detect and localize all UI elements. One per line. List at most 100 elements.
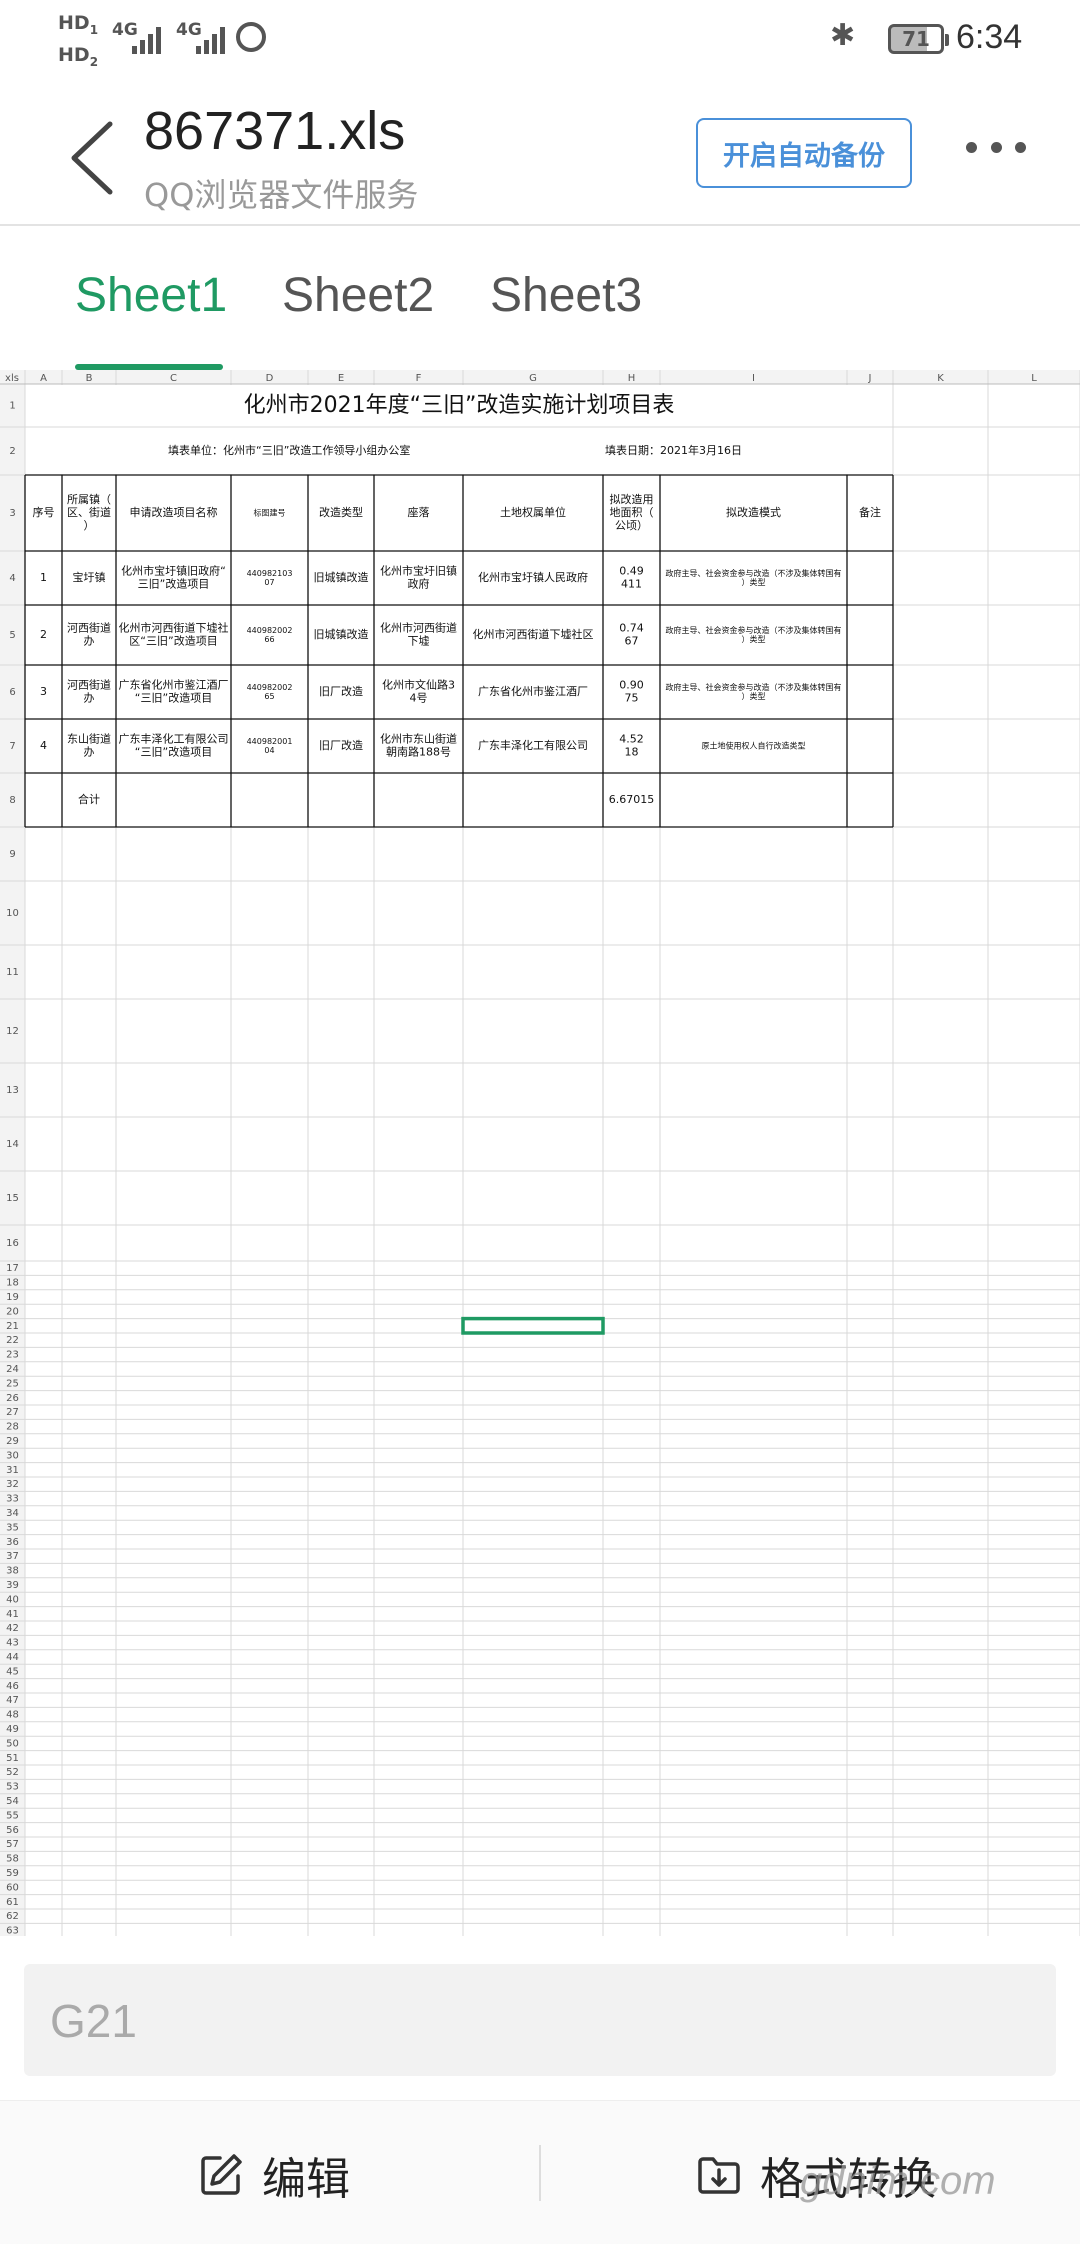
table-data-cell: 1 [40, 571, 47, 584]
fill-unit-text: 填表单位：化州市“三旧”改造工作领导小组办公室 [168, 443, 410, 457]
hd-icon: HD2 [58, 44, 99, 69]
table-data-cell: 440982103 [247, 569, 293, 578]
table-data-cell: 化州市宝圩镇人民政府 [478, 570, 588, 584]
table-data-cell: 三旧”改造项目 [138, 576, 210, 590]
table-data-cell: 化州市河西街道下墟社 [119, 621, 229, 635]
column-header-g: G [529, 373, 537, 384]
table-header-cell: 区、街道 [67, 505, 111, 519]
cell-reference-box[interactable]: G21 [24, 1964, 1056, 2076]
row-header-1: 1 [9, 401, 15, 412]
row-header-17: 17 [6, 1263, 19, 1274]
row-header-20: 20 [6, 1306, 19, 1317]
row-header-63: 63 [6, 1926, 19, 1936]
auto-backup-button[interactable]: 开启自动备份 [696, 118, 912, 188]
table-data-cell: 广东省化州市鉴江酒厂 [119, 678, 229, 692]
table-header-cell: ） [84, 519, 95, 532]
table-data-cell: 化州市河西街道下墟社区 [473, 627, 594, 641]
table-data-cell: 2 [40, 628, 47, 641]
row-header-60: 60 [6, 1882, 19, 1893]
table-data-cell: 4.52 [619, 733, 644, 746]
table-data-cell: 旧城镇改造 [314, 627, 369, 641]
row-header-32: 32 [6, 1479, 19, 1490]
table-header-cell: 申请改造项目名称 [130, 505, 218, 519]
table-data-cell: ）类型 [742, 634, 766, 644]
battery-icon: 71 [888, 24, 949, 54]
row-header-23: 23 [6, 1350, 19, 1361]
table-data-cell: 411 [621, 577, 642, 590]
table-data-cell: 化州市文仙路3 [382, 678, 455, 692]
bluetooth-icon: ✱ [830, 18, 856, 53]
file-title: 867371.xls [144, 101, 406, 161]
table-data-cell: ）类型 [742, 691, 766, 701]
row-header-59: 59 [6, 1868, 19, 1879]
edit-label: 编辑 [262, 2154, 350, 2205]
table-data-cell: 办 [84, 745, 95, 758]
table-data-cell: 化州市东山街道 [380, 732, 457, 746]
table-data-cell: 440982002 [247, 683, 293, 692]
column-header-c: C [170, 373, 177, 384]
table-data-cell: 67 [625, 634, 639, 647]
table-data-cell: 04 [264, 746, 274, 755]
row-header-11: 11 [6, 967, 19, 978]
column-header-d: D [266, 373, 274, 384]
table-header-cell: 拟改造用 [610, 492, 654, 506]
row-header-62: 62 [6, 1911, 19, 1922]
column-header-b: B [86, 373, 93, 384]
file-subtitle: QQ浏览器文件服务 [144, 176, 419, 214]
row-header-42: 42 [6, 1623, 19, 1634]
table-data-cell: 办 [84, 691, 95, 704]
spreadsheet-canvas[interactable]: xlsABCDEFGHIJKLM123456789101112131415161… [0, 370, 1080, 1936]
row-header-38: 38 [6, 1566, 19, 1577]
row-header-41: 41 [6, 1609, 19, 1620]
table-data-cell: “三旧”改造项目 [135, 690, 212, 704]
row-header-28: 28 [6, 1422, 19, 1433]
table-data-cell: 广东丰泽化工有限公司 [478, 738, 588, 752]
table-header-cell: 序号 [33, 505, 55, 519]
row-header-4: 4 [9, 573, 15, 584]
row-header-16: 16 [6, 1238, 19, 1249]
spreadsheet-grid[interactable]: xlsABCDEFGHIJKLM123456789101112131415161… [0, 370, 1080, 1936]
table-data-cell: 政府主导、社会资金参与改造（不涉及集体转国有 [666, 625, 842, 635]
table-header-cell: 地面积（ [610, 506, 654, 519]
row-header-19: 19 [6, 1292, 19, 1303]
row-header-18: 18 [6, 1278, 19, 1289]
table-data-cell: 3 [40, 685, 47, 698]
row-header-56: 56 [6, 1825, 19, 1836]
table-data-cell: 政府主导、社会资金参与改造（不涉及集体转国有 [666, 682, 842, 692]
toolbar-divider [539, 2145, 541, 2201]
row-header-47: 47 [6, 1695, 19, 1706]
row-header-24: 24 [6, 1364, 19, 1375]
edit-button[interactable]: 编辑 [198, 2143, 350, 2207]
edit-icon [201, 2154, 242, 2195]
column-header-k: K [937, 373, 944, 384]
table-data-cell: ）类型 [742, 577, 766, 587]
table-data-cell: “三旧”改造项目 [135, 744, 212, 758]
row-header-48: 48 [6, 1710, 19, 1721]
row-header-50: 50 [6, 1738, 19, 1749]
row-header-22: 22 [6, 1335, 19, 1346]
column-header-e: E [338, 373, 344, 384]
row-header-15: 15 [6, 1193, 19, 1204]
table-data-cell: 政府 [408, 576, 430, 590]
tab-sheet1[interactable]: Sheet1 [75, 268, 227, 323]
table-data-cell: 0.49 [619, 565, 644, 578]
row-header-27: 27 [6, 1407, 19, 1418]
row-header-30: 30 [6, 1450, 19, 1461]
table-data-cell: 河西街道 [67, 621, 111, 635]
table-data-cell: 下墟 [408, 634, 430, 647]
row-header-14: 14 [6, 1139, 19, 1150]
back-arrow-icon[interactable] [66, 118, 126, 198]
table-data-cell: 宝圩镇 [73, 570, 106, 584]
row-header-49: 49 [6, 1724, 19, 1735]
row-header-5: 5 [9, 630, 15, 641]
row-header-35: 35 [6, 1522, 19, 1533]
row-header-36: 36 [6, 1537, 19, 1548]
tab-sheet2[interactable]: Sheet2 [282, 268, 434, 323]
hd-icon: HD1 [58, 12, 99, 37]
more-options-icon[interactable] [966, 142, 1026, 162]
tab-sheet3[interactable]: Sheet3 [490, 268, 642, 323]
table-data-cell: 440982002 [247, 626, 293, 635]
row-header-8: 8 [9, 795, 15, 806]
table-data-cell: 广东丰泽化工有限公司 [119, 732, 229, 746]
table-data-cell: 旧厂改造 [319, 738, 363, 752]
